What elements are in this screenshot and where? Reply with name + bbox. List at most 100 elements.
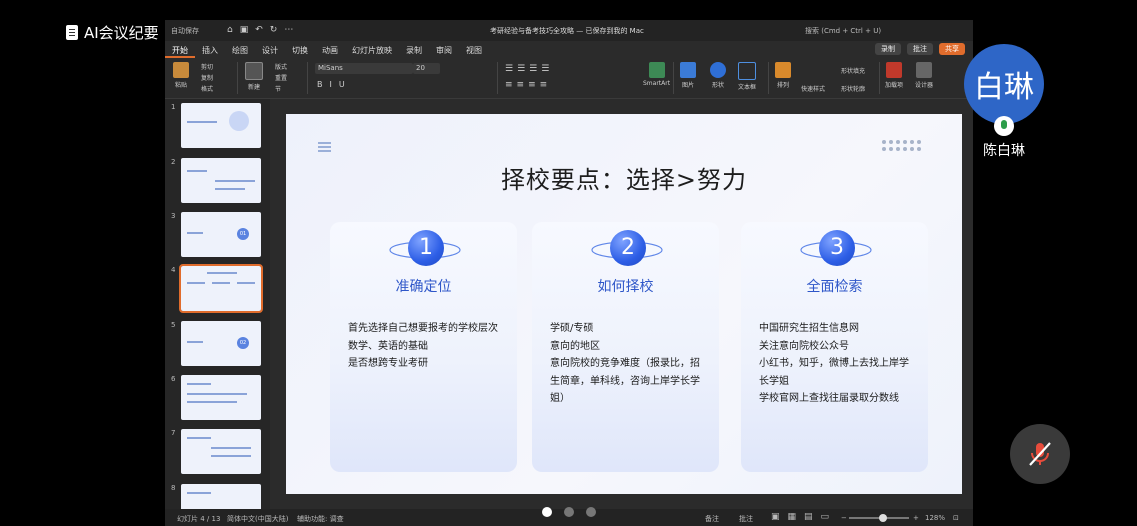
thumb-badge: 01 bbox=[237, 228, 249, 240]
slide-thumbnail[interactable] bbox=[181, 429, 261, 474]
page-dot[interactable] bbox=[564, 507, 574, 517]
designer-button[interactable]: 设计器 bbox=[915, 62, 933, 89]
slide-thumbnail[interactable] bbox=[181, 484, 261, 509]
undo-icon[interactable]: ↶ bbox=[255, 25, 263, 35]
font-name-select[interactable]: MiSans bbox=[315, 63, 413, 74]
zoom-slider-handle[interactable] bbox=[879, 514, 887, 522]
page-indicator[interactable] bbox=[542, 507, 596, 517]
fit-window-icon[interactable]: ⊡ bbox=[953, 514, 959, 522]
font-style-buttons[interactable]: BIU bbox=[317, 80, 352, 89]
language-indicator[interactable]: 简体中文(中国大陆) bbox=[227, 514, 288, 524]
addins-button[interactable]: 加载项 bbox=[885, 62, 903, 89]
slide-title[interactable]: 择校要点：选择>努力 bbox=[286, 160, 962, 195]
new-slide-button[interactable]: 新建 bbox=[245, 62, 263, 91]
save-icon[interactable]: ▣ bbox=[240, 25, 249, 35]
picture-button[interactable]: 图片 bbox=[680, 62, 696, 89]
cut-button[interactable]: 剪切 bbox=[201, 62, 213, 71]
tab-draw[interactable]: 绘图 bbox=[225, 41, 255, 58]
search-field[interactable]: 搜索 (Cmd + Ctrl + U) bbox=[805, 26, 881, 36]
slide-thumbnail-selected[interactable] bbox=[179, 264, 263, 313]
tab-slideshow[interactable]: 幻灯片放映 bbox=[345, 41, 399, 58]
shape-icon bbox=[710, 62, 726, 78]
align-buttons[interactable]: ≡≡≡≡ bbox=[505, 80, 551, 90]
copy-button[interactable]: 复制 bbox=[201, 73, 213, 82]
arrange-icon bbox=[775, 62, 791, 78]
zoom-level[interactable]: 128% bbox=[925, 514, 945, 522]
slide-thumbnail[interactable] bbox=[181, 375, 261, 420]
card-line: 长学姐 bbox=[759, 375, 789, 387]
more-icon[interactable]: ⋯ bbox=[284, 25, 293, 35]
slide-thumbnail[interactable] bbox=[181, 103, 261, 148]
tab-review[interactable]: 审阅 bbox=[429, 41, 459, 58]
page-dot[interactable] bbox=[586, 507, 596, 517]
zoom-in-button[interactable]: + bbox=[913, 514, 919, 522]
meeting-title-text: AI会议纪要 bbox=[84, 23, 159, 42]
arrange-button[interactable]: 排列 bbox=[775, 62, 791, 89]
smartart-label: SmartArt bbox=[643, 80, 671, 87]
tab-home[interactable]: 开始 bbox=[165, 41, 195, 58]
card-line: 意向的地区 bbox=[550, 340, 600, 352]
status-comments-button[interactable]: 批注 bbox=[739, 514, 753, 524]
slide-canvas: 择校要点：选择>努力 1 准确定位 首先选择自己想要报考的学校层次 数学、英语的… bbox=[270, 99, 973, 509]
notes-button[interactable]: 备注 bbox=[705, 514, 719, 524]
shape-button[interactable]: 形状 bbox=[710, 62, 726, 89]
card-1[interactable]: 1 准确定位 首先选择自己想要报考的学校层次 数学、英语的基础 是否想跨专业考研 bbox=[330, 222, 517, 472]
home-icon[interactable]: ⌂ bbox=[227, 25, 233, 35]
dots-decoration bbox=[882, 140, 921, 151]
reset-button[interactable]: 重置 bbox=[275, 73, 287, 82]
card-number: 3 bbox=[819, 230, 855, 266]
paragraph-buttons[interactable]: ☰☰☰☰ bbox=[505, 64, 553, 74]
card-3[interactable]: 3 全面检索 中国研究生招生信息网 关注意向院校公众号 小红书，知乎，微博上去找… bbox=[741, 222, 928, 472]
share-button[interactable]: 共享 bbox=[939, 43, 965, 55]
divider bbox=[768, 62, 769, 94]
accessibility-indicator[interactable]: 辅助功能: 调查 bbox=[297, 514, 344, 524]
layout-button[interactable]: 版式 bbox=[275, 62, 287, 71]
tab-view[interactable]: 视图 bbox=[459, 41, 489, 58]
thumb-number: 1 bbox=[171, 103, 176, 111]
addins-icon bbox=[886, 62, 902, 78]
meeting-title[interactable]: AI会议纪要 ⌄ bbox=[66, 20, 176, 44]
slide-thumbnail[interactable]: 02 bbox=[181, 321, 261, 366]
card-line: 关注意向院校公众号 bbox=[759, 340, 849, 352]
zoom-out-button[interactable]: − bbox=[841, 514, 847, 522]
slide-thumbnail[interactable]: 01 bbox=[181, 212, 261, 257]
shape-label: 形状 bbox=[711, 82, 724, 89]
card-title: 全面检索 bbox=[806, 279, 863, 295]
tab-transitions[interactable]: 切换 bbox=[285, 41, 315, 58]
section-button[interactable]: 节 bbox=[275, 84, 281, 93]
thumb-number: 2 bbox=[171, 158, 176, 166]
card-line: 姐） bbox=[550, 393, 570, 404]
card-title: 如何择校 bbox=[597, 279, 654, 295]
title-bar: 自动保存 ⌂ ▣ ↶ ↻ ⋯ 考研经验与备考技巧全攻略 — 已保存到我的 Mac… bbox=[165, 20, 973, 41]
redo-icon[interactable]: ↻ bbox=[270, 25, 278, 35]
tab-design[interactable]: 设计 bbox=[255, 41, 285, 58]
card-number: 1 bbox=[408, 230, 444, 266]
view-buttons[interactable]: ▣▦▤▭ bbox=[771, 512, 837, 522]
picture-icon bbox=[680, 62, 696, 78]
arrange-label: 排列 bbox=[776, 82, 789, 89]
textbox-label: 文本框 bbox=[738, 84, 757, 91]
addins-label: 加载项 bbox=[885, 82, 904, 89]
slide[interactable]: 择校要点：选择>努力 1 准确定位 首先选择自己想要报考的学校层次 数学、英语的… bbox=[286, 114, 962, 494]
comments-button[interactable]: 批注 bbox=[907, 43, 933, 55]
tab-insert[interactable]: 插入 bbox=[195, 41, 225, 58]
autosave-label[interactable]: 自动保存 bbox=[171, 26, 199, 36]
participant-tile[interactable]: 白琳 陈白琳 bbox=[964, 44, 1044, 160]
record-button[interactable]: 录制 bbox=[875, 43, 901, 55]
textbox-button[interactable]: 文本框 bbox=[738, 62, 756, 91]
page-dot[interactable] bbox=[542, 507, 552, 517]
card-line: 中国研究生招生信息网 bbox=[759, 323, 859, 334]
smartart-button[interactable]: SmartArt bbox=[643, 62, 670, 87]
quick-styles-button[interactable]: 快速样式 bbox=[801, 84, 825, 93]
shape-fill-button[interactable]: 形状填充 bbox=[841, 66, 865, 75]
shape-outline-button[interactable]: 形状轮廓 bbox=[841, 84, 865, 93]
font-size-select[interactable]: 20 bbox=[413, 63, 440, 74]
tab-animations[interactable]: 动画 bbox=[315, 41, 345, 58]
paste-button[interactable]: 粘贴 bbox=[173, 62, 189, 89]
avatar: 白琳 bbox=[964, 44, 1044, 124]
mic-muted-button[interactable] bbox=[1010, 424, 1070, 484]
format-painter-button[interactable]: 格式 bbox=[201, 84, 213, 93]
slide-thumbnail[interactable] bbox=[181, 158, 261, 203]
tab-record[interactable]: 录制 bbox=[399, 41, 429, 58]
card-2[interactable]: 2 如何择校 学硕/专硕 意向的地区 意向院校的竞争难度（报录比，招 生简章，单… bbox=[532, 222, 719, 472]
